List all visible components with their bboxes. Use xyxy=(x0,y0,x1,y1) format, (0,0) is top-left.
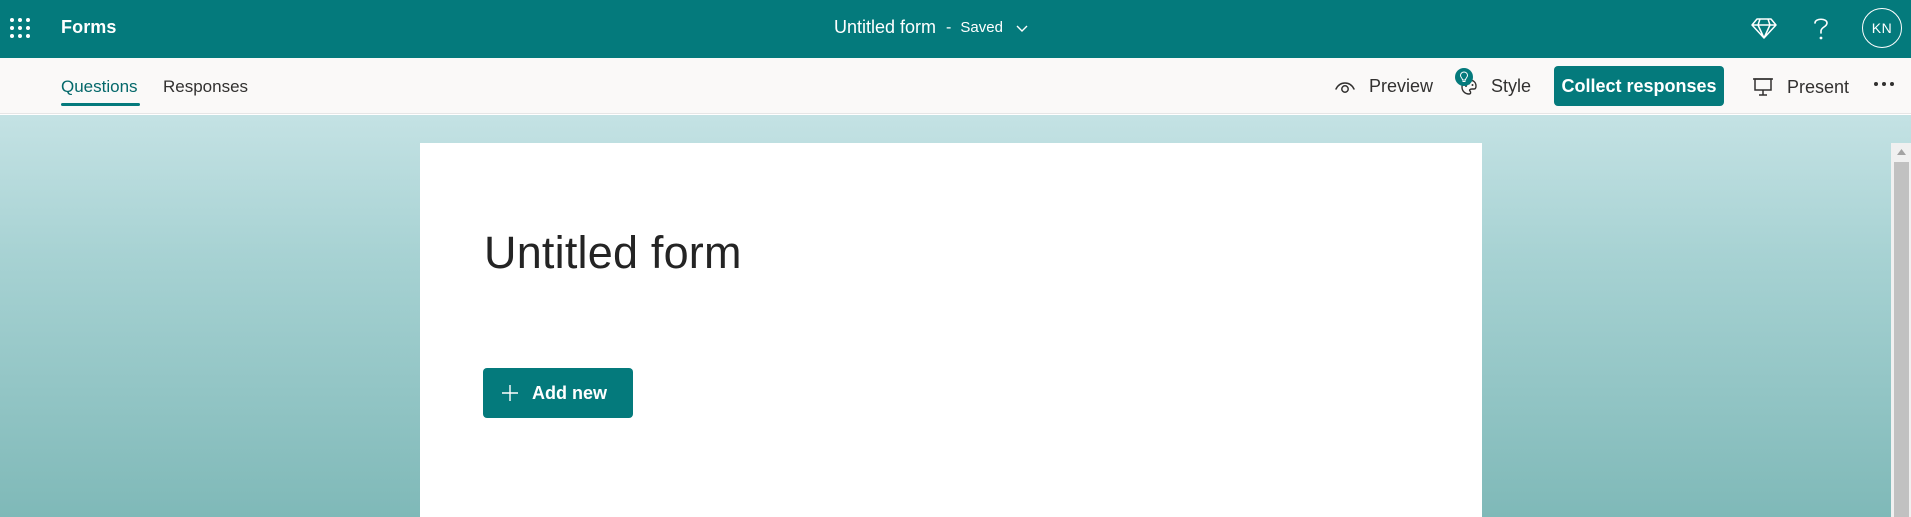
add-new-label: Add new xyxy=(532,382,607,403)
scroll-up-arrow-icon[interactable] xyxy=(1891,143,1911,160)
present-button[interactable]: Present xyxy=(1752,76,1849,98)
header-form-title: Untitled form xyxy=(834,17,937,37)
diamond-icon[interactable] xyxy=(1750,14,1778,42)
vertical-scrollbar[interactable] xyxy=(1891,143,1911,517)
tab-questions[interactable]: Questions xyxy=(61,77,138,97)
tab-responses[interactable]: Responses xyxy=(163,77,248,97)
avatar[interactable]: KN xyxy=(1862,8,1902,48)
form-canvas: Untitled form Add new xyxy=(0,115,1911,517)
form-card: Untitled form Add new xyxy=(420,143,1482,517)
save-status: Saved xyxy=(960,19,1003,36)
lightbulb-icon xyxy=(1455,68,1473,86)
form-title[interactable]: Untitled form xyxy=(484,227,742,279)
app-name[interactable]: Forms xyxy=(61,17,117,38)
title-separator: - xyxy=(946,18,952,36)
collect-responses-button[interactable]: Collect responses xyxy=(1554,66,1724,106)
style-label: Style xyxy=(1491,76,1532,96)
present-label: Present xyxy=(1787,76,1850,97)
add-new-button[interactable]: Add new xyxy=(483,368,633,418)
plus-icon xyxy=(502,385,518,401)
chevron-down-icon[interactable] xyxy=(1015,21,1029,35)
preview-label: Preview xyxy=(1369,76,1434,96)
app-launcher-icon[interactable] xyxy=(10,18,31,39)
present-icon xyxy=(1753,78,1773,96)
command-bar: Questions Responses Preview Style Collec… xyxy=(0,58,1911,114)
preview-button[interactable]: Preview xyxy=(1334,76,1433,97)
more-options-icon[interactable] xyxy=(1874,82,1894,86)
active-tab-indicator xyxy=(61,103,140,106)
eye-icon xyxy=(1335,81,1355,93)
form-title-status[interactable]: Untitled form - Saved xyxy=(834,17,1029,38)
help-icon[interactable] xyxy=(1810,14,1832,42)
top-bar: Forms Untitled form - Saved KN xyxy=(0,0,1911,58)
scrollbar-thumb[interactable] xyxy=(1894,162,1909,517)
